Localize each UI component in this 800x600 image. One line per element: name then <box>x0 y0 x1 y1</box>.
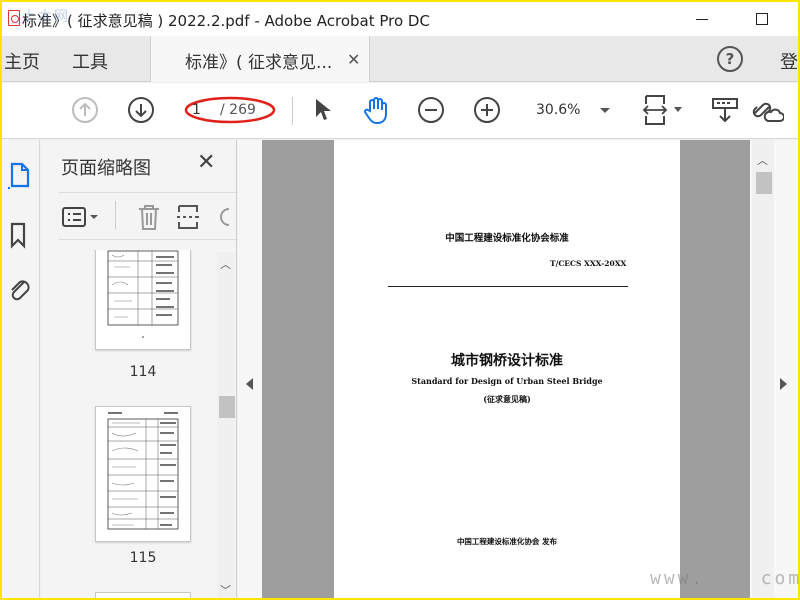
zoom-level-value: 30.6% <box>536 102 581 118</box>
select-tool-icon[interactable] <box>308 95 338 125</box>
page-total-label: / 269 <box>220 102 256 118</box>
thumbnail-options-icon[interactable] <box>61 203 101 231</box>
tab-document[interactable]: 标准》( 征求意见... ✕ <box>150 36 370 82</box>
watermark-top: 土木网 <box>22 9 70 25</box>
page-thumbnail-114[interactable] <box>95 250 191 350</box>
tab-close-icon[interactable]: ✕ <box>347 50 360 69</box>
minimize-button[interactable] <box>682 6 722 32</box>
maximize-icon <box>756 13 768 25</box>
zoom-out-icon[interactable] <box>416 95 446 125</box>
expand-right-panel-icon[interactable] <box>780 378 787 390</box>
document-scrollbar[interactable]: ︿ <box>752 140 774 598</box>
zoom-in-icon[interactable] <box>472 95 502 125</box>
page-thumbnails-icon[interactable] <box>6 160 34 190</box>
extract-pages-icon[interactable] <box>175 203 203 231</box>
page-thumbnails-panel: 页面缩略图 ✕ 114 115 ︿ ﹀ <box>41 140 239 598</box>
document-code: T/CECS XXX-20XX <box>550 259 627 268</box>
sign-in-button[interactable]: 登 <box>780 48 798 74</box>
document-publisher: 中国工程建设标准化协会 发布 <box>456 537 558 546</box>
page-thumbnail-115[interactable] <box>95 406 191 542</box>
print-icon[interactable] <box>710 95 740 125</box>
tab-bar: 主页 工具 标准》( 征求意见... ✕ ? 登 <box>2 36 798 82</box>
collapse-left-panel-icon[interactable] <box>246 378 253 390</box>
minimize-icon <box>696 18 708 20</box>
thumbnail-preview <box>107 412 179 530</box>
page-navigator: / 269 <box>184 95 278 125</box>
close-panel-icon[interactable]: ✕ <box>197 150 215 175</box>
document-viewer: 中国工程建设标准化协会标准 T/CECS XXX-20XX 城市钢桥设计标准 S… <box>238 140 798 598</box>
acrobat-window: 标准》( 征求意见稿 ) 2022.2.pdf - Adobe Acrobat … <box>2 2 798 598</box>
window-title: 标准》( 征求意见稿 ) 2022.2.pdf - Adobe Acrobat … <box>22 12 430 30</box>
previous-page-icon[interactable] <box>70 95 100 125</box>
title-bar: 标准》( 征求意见稿 ) 2022.2.pdf - Adobe Acrobat … <box>2 2 798 36</box>
link-cloud-icon[interactable] <box>750 95 784 125</box>
help-icon[interactable]: ? <box>717 46 743 72</box>
document-rule <box>388 286 628 287</box>
watermark-bottom: www. com <box>650 568 800 589</box>
thumbnail-page-number: 114 <box>129 364 157 380</box>
attachment-icon[interactable] <box>6 274 34 304</box>
tab-home[interactable]: 主页 <box>4 48 40 74</box>
scrollbar-thumb[interactable] <box>756 172 772 194</box>
thumbnail-list[interactable]: 114 115 <box>41 250 217 598</box>
thumbnail-page-number: 115 <box>129 550 157 566</box>
bookmark-icon[interactable] <box>6 220 34 250</box>
tab-document-label: 标准》( 征求意见... <box>185 53 333 73</box>
document-title: 城市钢桥设计标准 <box>451 353 563 369</box>
next-page-icon[interactable] <box>126 95 156 125</box>
scroll-down-icon[interactable]: ﹀ <box>220 582 231 598</box>
document-title-english: Standard for Design of Urban Steel Bridg… <box>411 376 603 386</box>
zoom-level-select[interactable]: 30.6% <box>528 98 618 124</box>
scroll-up-icon[interactable]: ︿ <box>757 152 768 168</box>
tab-tools[interactable]: 工具 <box>72 48 108 74</box>
toolbar: / 269 30.6% <box>2 83 798 139</box>
chevron-down-icon <box>600 108 610 113</box>
scrollbar-thumb[interactable] <box>219 396 235 418</box>
watermark-bottom-end: com <box>760 568 800 589</box>
scroll-up-icon[interactable]: ︿ <box>220 256 231 272</box>
page-number-input[interactable] <box>192 98 216 122</box>
document-status: (征求意见稿) <box>483 394 531 404</box>
rotate-page-icon[interactable] <box>215 203 235 231</box>
document-organization: 中国工程建设标准化协会标准 <box>445 233 569 244</box>
acrobat-app-icon <box>8 10 20 26</box>
thumbnail-preview <box>107 250 179 338</box>
panel-title: 页面缩略图 <box>61 158 151 179</box>
left-navigation-rail <box>2 140 40 598</box>
fit-page-icon[interactable] <box>642 95 686 125</box>
thumbnail-toolbar <box>59 192 239 240</box>
toolbar-divider <box>115 201 116 229</box>
thumbnail-scrollbar[interactable]: ︿ ﹀ <box>217 252 235 598</box>
delete-page-icon[interactable] <box>135 203 163 231</box>
pdf-page: 中国工程建设标准化协会标准 T/CECS XXX-20XX 城市钢桥设计标准 S… <box>334 140 680 598</box>
page-thumbnail-next[interactable] <box>95 592 191 598</box>
toolbar-divider <box>292 97 293 125</box>
hand-tool-icon[interactable] <box>362 95 392 125</box>
maximize-button[interactable] <box>742 6 782 32</box>
document-canvas[interactable]: 中国工程建设标准化协会标准 T/CECS XXX-20XX 城市钢桥设计标准 S… <box>262 140 750 598</box>
watermark-bottom-start: www. <box>650 568 706 589</box>
